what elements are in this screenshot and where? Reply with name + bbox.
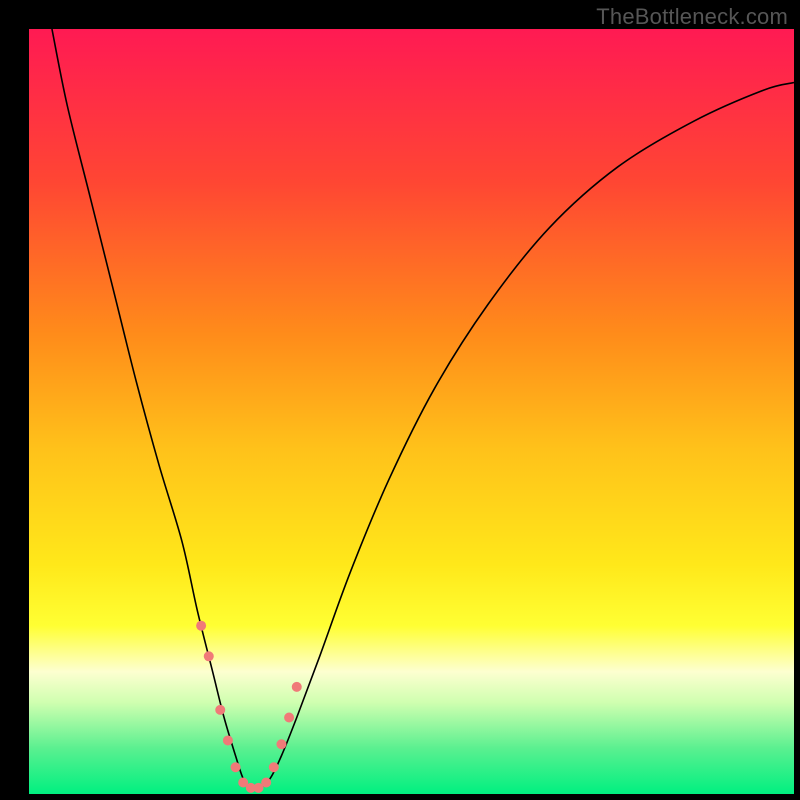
bottleneck-marker bbox=[223, 735, 233, 745]
watermark-text: TheBottleneck.com bbox=[596, 4, 788, 30]
bottleneck-marker bbox=[215, 705, 225, 715]
chart-frame: TheBottleneck.com bbox=[0, 0, 800, 800]
bottleneck-marker bbox=[196, 621, 206, 631]
bottleneck-marker bbox=[269, 762, 279, 772]
bottleneck-marker bbox=[284, 713, 294, 723]
bottleneck-chart bbox=[29, 29, 794, 794]
bottleneck-marker bbox=[261, 778, 271, 788]
bottleneck-marker bbox=[204, 651, 214, 661]
bottleneck-marker bbox=[231, 762, 241, 772]
bottleneck-marker bbox=[292, 682, 302, 692]
bottleneck-marker bbox=[276, 739, 286, 749]
